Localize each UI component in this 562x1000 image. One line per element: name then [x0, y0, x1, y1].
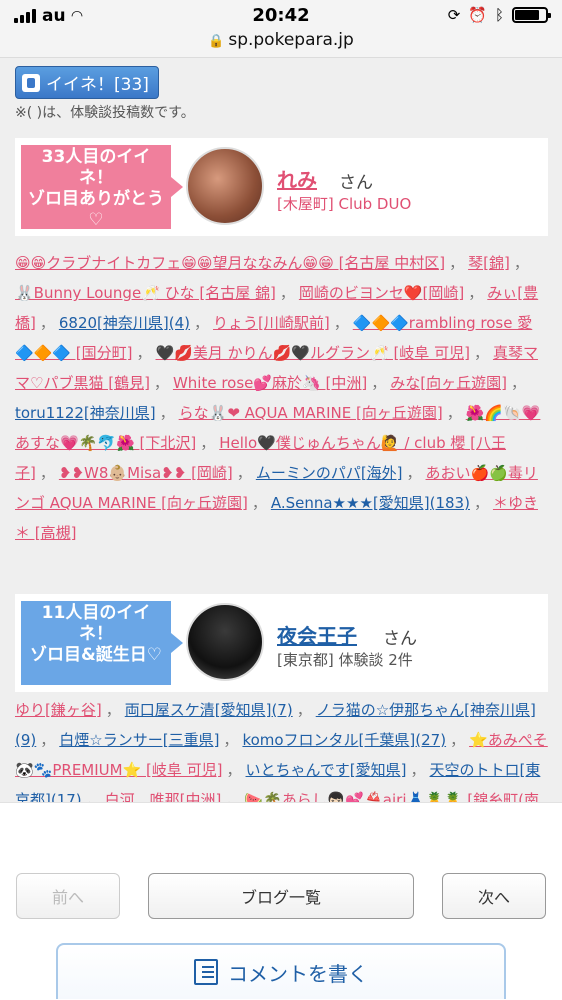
liker-link[interactable]: White rose💕麻於🦄 [中洲] [173, 374, 367, 392]
status-bar: au ◠ 20:42 ⟳ ⏰ ᛒ 🔒 sp.pokepara.jp [0, 0, 562, 58]
badge-line: ♡ [88, 210, 104, 230]
separator: ， [105, 701, 121, 719]
separator: ， [236, 464, 252, 482]
like-button[interactable]: イイネ！[33] [15, 66, 159, 99]
badge-line: 11人目のイイ [41, 603, 151, 623]
separator: ， [446, 404, 462, 422]
avatar[interactable] [186, 603, 264, 681]
liker-link[interactable]: 両口屋スケ清[愛知県](7) [125, 701, 293, 719]
separator: ， [39, 464, 55, 482]
status-icons: ⟳ ⏰ ᛒ [447, 6, 551, 24]
separator: ， [406, 464, 422, 482]
liker-link[interactable]: komoフロンタル[千葉県](27) [242, 731, 446, 749]
separator: ， [296, 701, 312, 719]
alarm-icon: ⏰ [468, 6, 487, 24]
liker-link[interactable]: ムーミンのパパ[海外] [256, 464, 403, 482]
battery-icon [512, 7, 551, 23]
separator: ， [333, 314, 349, 332]
liker-link[interactable]: 6820[神奈川県](4) [59, 314, 190, 332]
separator: ， [251, 494, 267, 512]
badge-line: ゾロ目&誕生日♡ [29, 645, 163, 665]
url-bar[interactable]: 🔒 sp.pokepara.jp [0, 30, 562, 50]
liker-card-2: 11人目のイイ ネ！ ゾロ目&誕生日♡ 夜会王子 さん [東京都] 体験談 2件 [15, 594, 548, 692]
separator: ， [223, 731, 239, 749]
like-count-badge: 33人目のイイ ネ！ ゾロ目ありがとう ♡ [21, 145, 183, 230]
honorific: さん [339, 173, 373, 193]
separator: ， [450, 731, 466, 749]
separator: ， [371, 374, 387, 392]
separator: ， [40, 731, 56, 749]
like-count-badge: 11人目のイイ ネ！ ゾロ目&誕生日♡ [21, 601, 183, 685]
separator: ， [279, 284, 295, 302]
lock-icon: 🔒 [208, 34, 225, 49]
avatar[interactable] [186, 147, 264, 225]
separator: ， [159, 404, 175, 422]
separator: ， [449, 254, 465, 272]
separator: ， [410, 761, 426, 779]
liker-link[interactable]: ❥❥W8👶🏼Misa❥❥ [岡崎] [59, 464, 233, 482]
separator: ， [153, 374, 169, 392]
separator: ， [468, 284, 484, 302]
url-text: sp.pokepara.jp [228, 30, 354, 50]
separator: ， [226, 761, 242, 779]
liker-link[interactable]: 🖤💋美月 かりん💋🖤ルグラン🥂 [岐阜 可児] [156, 344, 470, 362]
separator: ， [513, 254, 529, 272]
prev-button[interactable]: 前へ [16, 873, 120, 919]
liker-link[interactable]: 白煙☆ランサー[三重県] [59, 731, 219, 749]
next-button[interactable]: 次へ [442, 873, 546, 919]
liker-link[interactable]: りょう[川崎駅前] [213, 314, 330, 332]
rotation-lock-icon: ⟳ [447, 6, 461, 24]
liker-link[interactable]: 😁😁クラブナイトカフェ😁😁望月ななみん😁😁 [名古屋 中村区] [15, 254, 445, 272]
liker-link[interactable]: 🐰Bunny Lounge🥂 ひな [名古屋 錦] [15, 284, 276, 302]
thumbs-up-icon [22, 73, 40, 92]
separator: ， [136, 344, 152, 362]
separator: ， [194, 314, 210, 332]
bluetooth-icon: ᛒ [494, 6, 504, 24]
badge-line: ネ！ [79, 168, 113, 188]
comment-label: コメントを書く [228, 961, 368, 986]
write-comment-button[interactable]: コメントを書く [56, 943, 506, 999]
honorific: さん [383, 629, 417, 649]
liker-list-1: 😁😁クラブナイトカフェ😁😁望月ななみん😁😁 [名古屋 中村区]，琴[錦] ，🐰Bu… [15, 248, 548, 548]
user-name-link[interactable]: れみ [277, 164, 317, 193]
liker-link[interactable]: ゆり[鎌ヶ谷] [15, 701, 102, 719]
pencil-icon [194, 959, 218, 985]
user-location: [木屋町] Club DUO [277, 195, 412, 213]
badge-line: 33人目のイイ [41, 147, 151, 167]
liker-link[interactable]: いとちゃんです[愛知県] [246, 761, 407, 779]
separator: ， [473, 344, 489, 362]
pager-footer: 前へ ブログ一覧 次へ コメントを書く [0, 802, 562, 1000]
badge-line: ゾロ目ありがとう [28, 189, 164, 209]
liker-link[interactable]: らな🐰❤ AQUA MARINE [向ヶ丘遊園] [179, 404, 443, 422]
separator: ， [510, 374, 526, 392]
liker-link[interactable]: A.Senna★★★[愛知県](183) [271, 494, 470, 512]
badge-line: ネ！ [79, 624, 113, 644]
liker-link[interactable]: 岡崎のビヨンセ❤️[岡崎] [299, 284, 464, 302]
liker-card-1: 33人目のイイ ネ！ ゾロ目ありがとう ♡ れみ さん [木屋町] Club D… [15, 138, 548, 236]
separator: ， [39, 314, 55, 332]
separator: ， [473, 494, 489, 512]
liker-link[interactable]: 琴[錦] [468, 254, 510, 272]
user-location: [東京都] 体験談 2件 [277, 651, 413, 669]
user-name-link[interactable]: 夜会王子 [277, 620, 357, 649]
liker-link[interactable]: みな[向ヶ丘遊園] [390, 374, 507, 392]
liker-link[interactable]: toru1122[神奈川県] [15, 404, 156, 422]
like-button-label: イイネ！[33] [46, 75, 149, 95]
blog-list-button[interactable]: ブログ一覧 [148, 873, 414, 919]
note-text: ※( )は、体験談投稿数です。 [15, 105, 195, 121]
separator: ， [200, 434, 216, 452]
